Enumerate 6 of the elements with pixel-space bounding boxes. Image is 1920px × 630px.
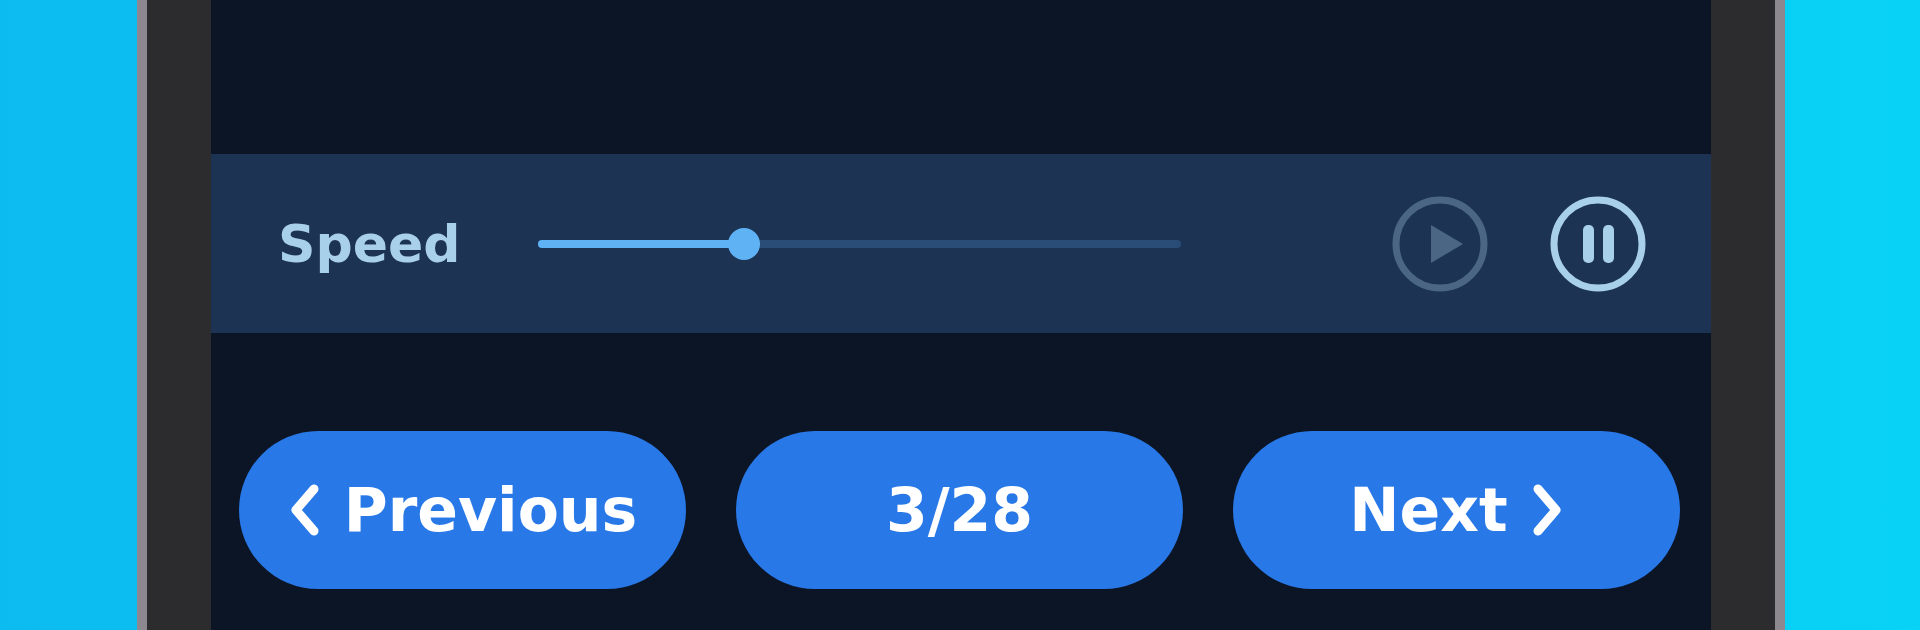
speed-label: Speed xyxy=(278,213,462,274)
page-counter[interactable]: 3/28 xyxy=(736,431,1183,589)
pause-icon[interactable] xyxy=(1549,194,1647,293)
previous-button[interactable]: Previous xyxy=(239,431,686,589)
next-button[interactable]: Next xyxy=(1233,431,1680,589)
slider-thumb[interactable] xyxy=(727,227,760,260)
